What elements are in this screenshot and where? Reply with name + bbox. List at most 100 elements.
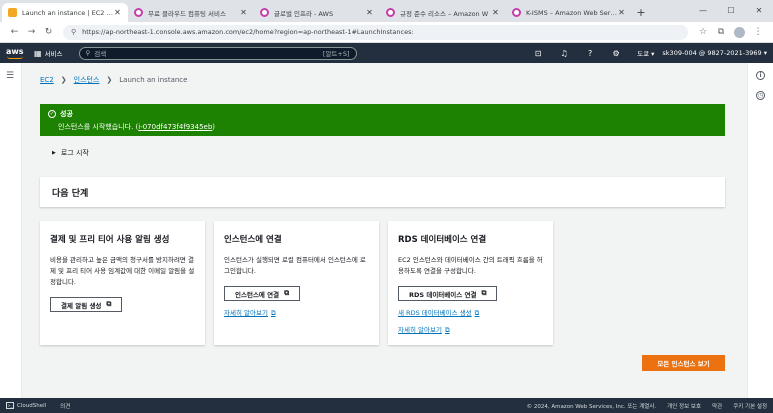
create-billing-alert-button[interactable]: 결제 알림 생성 ⧉	[50, 297, 123, 312]
browser-tab-kisms[interactable]: K-ISMS – Amazon Web Service ✕	[506, 3, 632, 22]
left-navigation-rail: ☰	[0, 63, 22, 398]
search-input[interactable]: ⚲ 검색 [알트+S]	[78, 46, 357, 60]
learn-more-link[interactable]: 자세히 알아보기 ⧉	[224, 307, 369, 318]
reload-icon[interactable]: ↻	[40, 27, 57, 37]
profile-avatar[interactable]	[734, 26, 745, 38]
instance-id-link[interactable]: i-070df473f4f9345eb	[138, 123, 212, 131]
tab-title: K-ISMS – Amazon Web Service	[526, 8, 617, 17]
info-icon[interactable]: i	[756, 71, 765, 80]
product-favicon-icon	[386, 8, 395, 17]
address-bar: ← → ↻ ⚲ https://ap-northeast-1.console.a…	[0, 22, 773, 43]
grid-icon: ▦	[34, 48, 42, 58]
connect-instance-button[interactable]: 인스턴스에 연결 ⧉	[224, 286, 301, 301]
view-all-instances-button[interactable]: 모든 인스턴스 보기	[642, 355, 725, 371]
copyright-text: © 2024, Amazon Web Services, Inc. 또는 계열사…	[526, 403, 657, 410]
window-controls: — ☐ ✕	[689, 0, 773, 20]
search-icon: ⚲	[85, 49, 91, 57]
aws-top-navigation: aws ▦ 서비스 ⚲ 검색 [알트+S] ⊡ ♫ ? ⚙ 도쿄 ▾ sk309…	[0, 43, 773, 63]
breadcrumb-instances[interactable]: 인스턴스	[74, 75, 100, 85]
browser-tab-strip: Launch an instance | EC2 | ap- ✕ 무료 클라우드…	[0, 0, 773, 22]
external-link-icon: ⧉	[474, 309, 480, 317]
nav-right-tools: ⊡ ♫ ? ⚙ 도쿄 ▾ sk309-004 @ 9827-2021-3969 …	[525, 48, 773, 59]
connect-rds-button[interactable]: RDS 데이터베이스 연결 ⧉	[398, 286, 498, 301]
services-menu[interactable]: ▦ 서비스	[34, 48, 63, 59]
forward-arrow-icon[interactable]: →	[23, 27, 40, 37]
external-link-icon: ⧉	[444, 326, 450, 334]
close-tab-icon[interactable]: ✕	[617, 8, 626, 17]
check-circle-icon: ✓	[48, 110, 56, 118]
tab-title: 무료 클라우드 컴퓨팅 서비스	[148, 9, 226, 18]
clock-icon[interactable]: ◷	[756, 91, 765, 100]
rds-connect-card: RDS 데이터베이스 연결 EC2 인스턴스와 데이터베이스 간의 트래픽 흐름…	[388, 221, 553, 345]
breadcrumb-ec2[interactable]: EC2	[40, 76, 54, 84]
create-rds-link[interactable]: 새 RDS 데이터베이스 생성 ⧉	[398, 307, 543, 318]
cloudshell-icon[interactable]: ⊡	[525, 49, 551, 58]
site-info-icon[interactable]: ⚲	[71, 28, 76, 36]
extensions-icon[interactable]: ⧉	[712, 27, 730, 37]
console-footer: >_ CloudShell 의견 © 2024, Amazon Web Serv…	[0, 398, 773, 413]
menu-icon[interactable]: ☰	[6, 71, 14, 81]
browser-tab-compliance[interactable]: 규정 준수 리소스 – Amazon W ✕	[380, 3, 506, 22]
launch-log-toggle[interactable]: ▶ 로그 시작	[52, 148, 89, 158]
product-favicon-icon	[512, 8, 521, 17]
bookmark-star-icon[interactable]: ☆	[694, 27, 712, 37]
search-shortcut: [알트+S]	[322, 50, 350, 58]
url-input[interactable]: ⚲ https://ap-northeast-1.console.aws.ama…	[63, 24, 688, 40]
launch-log-label: 로그 시작	[60, 149, 89, 157]
tab-title: 글로벌 인프라 - AWS	[274, 9, 334, 18]
external-link-icon: ⧉	[106, 300, 112, 308]
close-window-button[interactable]: ✕	[745, 0, 773, 20]
bell-icon[interactable]: ♫	[551, 49, 577, 58]
connect-instance-card: 인스턴스에 연결 인스턴스가 실행되면 로컬 컴퓨터에서 인스턴스에 로그인합니…	[214, 221, 379, 345]
close-tab-icon[interactable]: ✕	[239, 8, 248, 17]
button-label: RDS 데이터베이스 연결	[409, 290, 477, 299]
cookie-preferences-link[interactable]: 쿠키 기본 설정	[733, 402, 767, 410]
cloudshell-button[interactable]: >_ CloudShell	[6, 402, 46, 409]
aws-favicon-icon	[8, 8, 17, 17]
browser-menu-icon[interactable]: ⋮	[749, 27, 767, 37]
card-description: 인스턴스가 실행되면 로컬 컴퓨터에서 인스턴스에 로그인합니다.	[224, 256, 366, 275]
terminal-icon: >_	[6, 402, 14, 409]
right-tools-rail: i ◷	[747, 63, 773, 398]
card-title: 결제 및 프리 티어 사용 알림 생성	[50, 235, 170, 245]
services-label: 서비스	[44, 50, 63, 58]
flash-message: 인스턴스를 시작했습니다. (	[58, 123, 139, 131]
aws-logo[interactable]: aws	[6, 46, 32, 59]
next-steps-title: 다음 단계	[52, 189, 89, 199]
new-tab-button[interactable]: +	[632, 3, 650, 22]
close-tab-icon[interactable]: ✕	[113, 8, 122, 17]
close-tab-icon[interactable]: ✕	[365, 8, 374, 17]
privacy-link[interactable]: 개인 정보 보호	[667, 402, 701, 410]
chevron-right-icon: ❯	[106, 76, 113, 84]
breadcrumb-current: Launch an instance	[119, 76, 188, 84]
region-selector[interactable]: 도쿄 ▾	[637, 48, 654, 58]
card-description: 비용을 관리하고 높은 금액의 청구서를 방지하려면 결제 및 프리 티어 사용…	[50, 256, 195, 286]
caret-right-icon: ▶	[52, 150, 56, 156]
flash-title: 성공	[60, 110, 73, 118]
link-label: 자세히 알아보기	[224, 309, 268, 317]
learn-more-link[interactable]: 자세히 알아보기 ⧉	[398, 324, 543, 335]
aws-smile-icon	[7, 56, 23, 59]
card-title: RDS 데이터베이스 연결	[398, 235, 487, 245]
url-text: https://ap-northeast-1.console.aws.amazo…	[82, 28, 414, 36]
cloudshell-label: CloudShell	[17, 402, 47, 409]
browser-tab-ec2[interactable]: Launch an instance | EC2 | ap- ✕	[2, 3, 128, 22]
browser-tab-free-computing[interactable]: 무료 클라우드 컴퓨팅 서비스 ✕	[128, 3, 254, 22]
external-link-icon: ⧉	[284, 289, 290, 297]
close-tab-icon[interactable]: ✕	[491, 8, 500, 17]
footer-links: © 2024, Amazon Web Services, Inc. 또는 계열사…	[516, 402, 767, 410]
breadcrumb: EC2 ❯ 인스턴스 ❯ Launch an instance	[40, 75, 187, 85]
minimize-button[interactable]: —	[689, 0, 717, 20]
product-favicon-icon	[134, 8, 143, 17]
maximize-button[interactable]: ☐	[717, 0, 745, 20]
terms-link[interactable]: 약관	[712, 402, 722, 410]
back-arrow-icon[interactable]: ←	[6, 27, 23, 37]
account-menu[interactable]: sk309-004 @ 9827-2021-3969 ▾	[662, 49, 767, 57]
link-label: 새 RDS 데이터베이스 생성	[398, 309, 472, 317]
browser-tab-global-infra[interactable]: 글로벌 인프라 - AWS ✕	[254, 3, 380, 22]
feedback-link[interactable]: 의견	[60, 402, 70, 410]
aws-logo-text: aws	[6, 46, 24, 56]
product-favicon-icon	[260, 8, 269, 17]
gear-icon[interactable]: ⚙	[603, 49, 629, 58]
help-icon[interactable]: ?	[577, 49, 603, 58]
